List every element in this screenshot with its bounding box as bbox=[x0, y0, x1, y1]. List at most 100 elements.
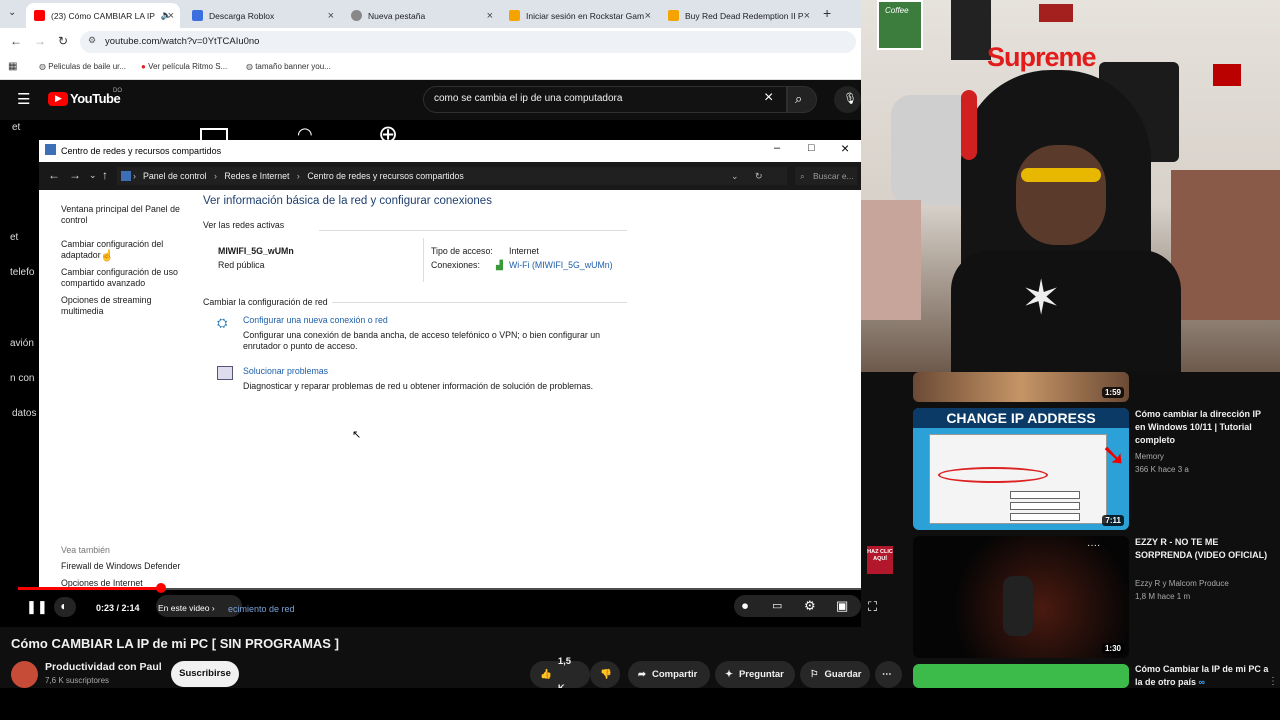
reload-icon[interactable]: ↻ bbox=[58, 34, 68, 48]
up-icon[interactable]: ↑ bbox=[102, 168, 108, 182]
network-window-icon bbox=[45, 144, 56, 155]
sidebar-link-home[interactable]: Ventana principal del Panel de control bbox=[61, 204, 186, 226]
video-title: Cómo CAMBIAR LA IP de mi PC [ SIN PROGRA… bbox=[11, 636, 339, 651]
subscribe-button[interactable]: Suscribirse bbox=[171, 661, 239, 687]
youtube-logo-icon[interactable]: ▶ bbox=[48, 92, 68, 106]
tab-search-icon[interactable]: ⌄ bbox=[8, 7, 16, 18]
see-also-heading: Vea también bbox=[61, 545, 110, 555]
breadcrumb-item[interactable]: Redes e Internet bbox=[224, 171, 289, 181]
tab-roblox[interactable]: Descarga Roblox × bbox=[184, 3, 340, 28]
network-name: MIWIFI_5G_wUMn bbox=[218, 246, 294, 256]
voice-search-button[interactable]: 🎙 bbox=[834, 86, 861, 113]
more-actions-button[interactable]: ⋯ bbox=[875, 661, 902, 688]
share-button[interactable]: ➦ Compartir bbox=[628, 661, 710, 688]
chevron-down-icon[interactable]: ⌄ bbox=[731, 167, 738, 185]
close-tab-icon[interactable]: × bbox=[328, 10, 334, 22]
window-search-field[interactable]: ⌕ Buscar e... bbox=[795, 167, 857, 185]
search-input[interactable]: como se cambia el ip de una computadora … bbox=[423, 86, 787, 113]
sidebar-link-adapter[interactable]: Cambiar configuración del adaptador bbox=[61, 239, 186, 261]
related-thumbnail-2[interactable]: ···· 1:30 bbox=[913, 536, 1129, 658]
back-icon[interactable]: ← bbox=[10, 34, 22, 48]
close-tab-icon[interactable]: × bbox=[804, 10, 810, 22]
breadcrumb[interactable]: › Panel de control › Redes e Internet › … bbox=[117, 167, 787, 185]
url-field[interactable]: ⚙ youtube.com/watch?v=0YtTCAIu0no bbox=[80, 31, 856, 53]
bookmark-2[interactable]: ● Ver película Ritmo S... bbox=[141, 62, 227, 71]
sunglasses bbox=[1021, 168, 1101, 182]
bookmark-icon: ⚐ bbox=[810, 669, 819, 680]
subtitles-icon[interactable]: ▭ bbox=[772, 599, 782, 612]
duration-badge: 7:11 bbox=[1102, 515, 1124, 526]
tab-new[interactable]: Nueva pestaña × bbox=[343, 3, 499, 28]
miniplayer-icon[interactable]: ▣ bbox=[836, 598, 848, 614]
ask-button[interactable]: ✦ Preguntar bbox=[715, 661, 795, 688]
forward-icon[interactable]: → bbox=[69, 168, 81, 182]
channel-avatar[interactable] bbox=[11, 661, 38, 688]
autoplay-toggle-icon[interactable]: ⏺ bbox=[742, 599, 748, 614]
related-channel-2[interactable]: Ezzy R y Malcom Produce bbox=[1135, 577, 1229, 590]
breadcrumb-item[interactable]: Panel de control bbox=[143, 171, 207, 181]
duration-badge: 1:59 bbox=[1101, 387, 1124, 398]
related-title-1[interactable]: Cómo cambiar la dirección IP en Windows … bbox=[1135, 408, 1270, 447]
dislike-button[interactable]: 👎 bbox=[590, 661, 620, 688]
search-button[interactable]: ⌕ bbox=[787, 86, 817, 113]
chapter-label[interactable]: En este video › bbox=[158, 598, 215, 618]
refresh-icon[interactable]: ↻ bbox=[755, 167, 762, 185]
close-tab-icon[interactable]: × bbox=[168, 10, 174, 22]
sidebar-link-streaming[interactable]: Opciones de streaming multimedia bbox=[61, 295, 186, 317]
close-tab-icon[interactable]: × bbox=[645, 10, 651, 22]
connection-link[interactable]: Wi-Fi (MIWIFI_5G_wUMn) bbox=[509, 260, 613, 270]
related-thumbnail-1[interactable]: CHANGE IP ADDRESS ➘ 7:11 bbox=[913, 408, 1129, 530]
maximize-icon[interactable]: □ bbox=[808, 142, 815, 154]
breadcrumb-item[interactable]: Centro de redes y recursos compartidos bbox=[307, 171, 463, 181]
apps-icon[interactable]: ▦ bbox=[8, 61, 17, 72]
globe-icon: ◍ bbox=[39, 62, 49, 71]
sidebar-link-sharing[interactable]: Cambiar configuración de uso compartido … bbox=[61, 267, 186, 289]
related-thumbnail-0[interactable]: 1:59 bbox=[913, 372, 1129, 402]
pause-icon[interactable]: ❚❚ bbox=[26, 599, 48, 615]
bookmark-1[interactable]: ◍ Peliculas de baile ur... bbox=[39, 62, 126, 71]
bookmark-3[interactable]: ◍ tamaño banner you... bbox=[246, 62, 331, 71]
tab-rockstar[interactable]: Iniciar sesión en Rockstar Gam × bbox=[501, 3, 657, 28]
connections-label: Conexiones: bbox=[431, 260, 480, 270]
new-tab-button[interactable]: + bbox=[823, 5, 831, 21]
settings-icon[interactable]: ⚙ bbox=[804, 598, 816, 614]
more-icon[interactable]: ⋮ bbox=[1268, 676, 1278, 687]
related-channel-1[interactable]: Memory bbox=[1135, 450, 1164, 463]
see-also-firewall[interactable]: Firewall de Windows Defender bbox=[61, 561, 186, 572]
recent-dropdown-icon[interactable]: ⌄ bbox=[89, 170, 97, 181]
ad-badge[interactable]: HAZ CLIC AQUÍ bbox=[867, 546, 893, 574]
network-type[interactable]: Red pública bbox=[218, 260, 264, 270]
site-info-icon[interactable]: ⚙ bbox=[88, 35, 96, 46]
forward-icon[interactable]: → bbox=[34, 34, 46, 48]
save-button[interactable]: ⚐ Guardar bbox=[800, 661, 870, 688]
bookmark-label: Peliculas de baile ur... bbox=[48, 62, 127, 71]
back-icon[interactable]: ← bbox=[48, 168, 60, 182]
troubleshoot-link[interactable]: Solucionar problemas bbox=[243, 366, 328, 376]
related-thumbnail-3[interactable] bbox=[913, 664, 1129, 688]
related-title-3[interactable]: Cómo Cambiar la IP de mi PC a la de otro… bbox=[1135, 663, 1270, 689]
volume-button[interactable]: ◖ bbox=[54, 597, 76, 617]
setup-connection-link[interactable]: Configurar una nueva conexión o red bbox=[243, 315, 388, 325]
volume-icon: ◖ bbox=[59, 599, 67, 613]
fullscreen-icon[interactable]: ⛶ bbox=[868, 599, 877, 615]
menu-icon[interactable]: ☰ bbox=[17, 90, 30, 108]
channel-name[interactable]: Productividad con Paul bbox=[45, 661, 162, 673]
troubleshoot-icon bbox=[217, 366, 233, 380]
thumbnail-figure bbox=[1003, 576, 1033, 636]
bottom-bar bbox=[0, 688, 1280, 720]
thumbnail-headline: CHANGE IP ADDRESS bbox=[913, 408, 1129, 428]
tab-rdr2[interactable]: Buy Red Dead Redemption II P × bbox=[660, 3, 816, 28]
like-button[interactable]: 👍1,5 K bbox=[530, 656, 590, 694]
tab-youtube[interactable]: (23) Cómo CAMBIAR LA IP 🔈 × bbox=[26, 3, 180, 28]
search-icon: ⌕ bbox=[795, 91, 803, 106]
star-logo-icon: ✶ bbox=[1021, 272, 1062, 325]
ip-field bbox=[1010, 491, 1080, 499]
link-icon: ∞ bbox=[1198, 677, 1205, 687]
minimize-icon[interactable]: – bbox=[774, 142, 780, 154]
close-tab-icon[interactable]: × bbox=[487, 10, 493, 22]
search-placeholder: Buscar e... bbox=[813, 171, 854, 181]
related-title-2[interactable]: EZZY R - NO TE ME SORPRENDA (VIDEO OFICI… bbox=[1135, 536, 1270, 562]
close-window-icon[interactable]: × bbox=[841, 140, 849, 156]
clear-search-icon[interactable]: × bbox=[764, 89, 773, 107]
duration-badge: 1:30 bbox=[1101, 643, 1124, 654]
